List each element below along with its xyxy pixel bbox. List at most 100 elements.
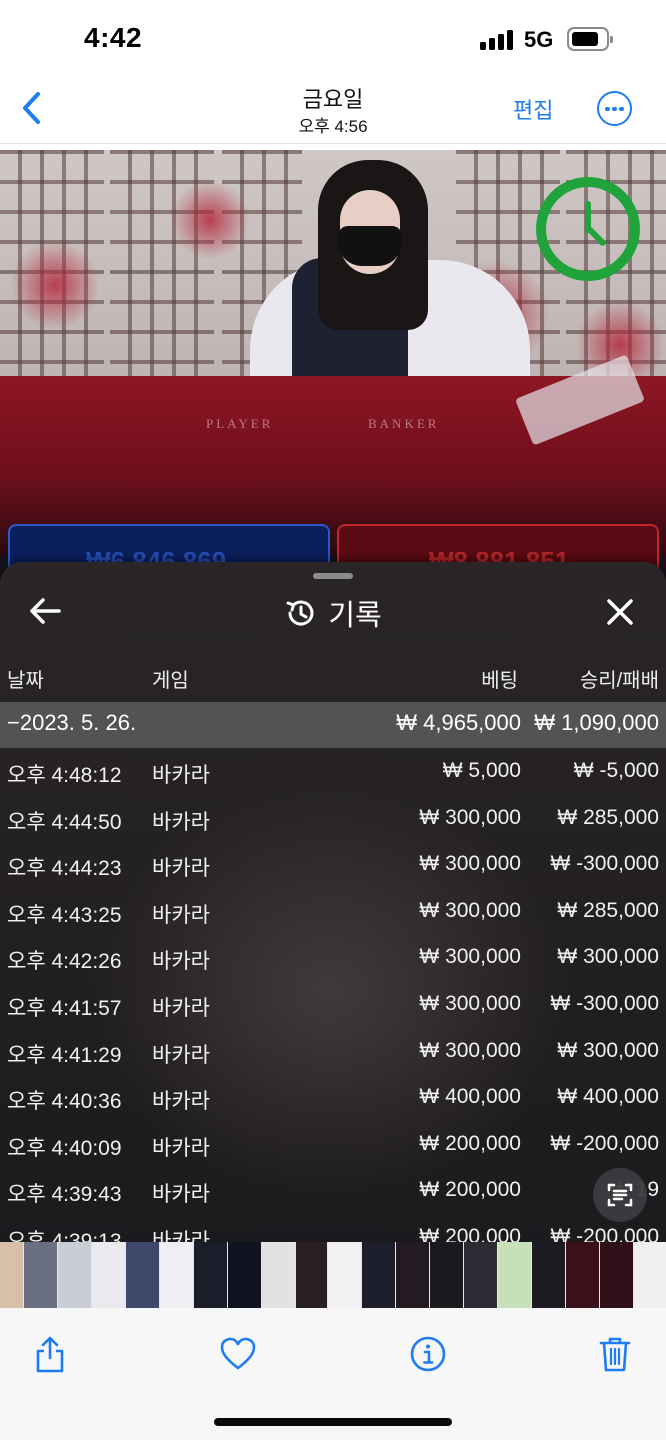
edit-button[interactable]: 편집 [513, 93, 553, 125]
table-row[interactable]: 오후 4:48:12 바카라 ₩ 5,000 ₩ -5,000 [0, 748, 666, 795]
group-total-win-loss: ₩ 1,090,000 [534, 710, 659, 735]
row-time: 오후 4:42:26 [7, 950, 122, 974]
row-win-loss: ₩ 400,000 [557, 1085, 659, 1109]
row-game: 바카라 [152, 997, 210, 1020]
photo-day-title: 금요일 [302, 87, 364, 112]
trash-icon [599, 1337, 631, 1372]
photo-thumbnail[interactable] [498, 1242, 531, 1308]
panel-header: 기록 [0, 592, 666, 634]
table-row[interactable]: 오후 4:42:26 바카라 ₩ 300,000 ₩ 300,000 [0, 934, 666, 981]
photo-time-subtitle: 오후 4:56 [298, 117, 368, 136]
panel-grabber[interactable] [313, 573, 353, 579]
row-bet: ₩ 200,000 [419, 1225, 521, 1242]
row-game: 바카라 [152, 903, 210, 927]
table-row[interactable]: 오후 4:39:43바카라₩ 200,000₩ 19 [0, 1167, 666, 1214]
table-label-player: PLAYER [206, 416, 274, 431]
row-game: 바카라 [152, 950, 210, 974]
column-header-game: 게임 [152, 670, 189, 692]
group-date: −2023. 5. 26. [7, 710, 137, 735]
table-row[interactable]: 오후 4:41:57 바카라 ₩ 300,000 ₩ -300,000 [0, 981, 666, 1028]
history-icon [286, 600, 314, 626]
history-list[interactable]: 오후 4:48:12 바카라 ₩ 5,000 ₩ -5,000 오후 4:44:50 바카… [0, 748, 666, 1242]
photo-thumbnail[interactable] [532, 1242, 565, 1308]
photo-thumbnail[interactable] [362, 1242, 395, 1308]
info-button[interactable] [408, 1334, 448, 1374]
status-bar: 4:42 5G [0, 0, 666, 80]
status-time: 4:42 [84, 22, 143, 53]
close-icon [607, 599, 633, 625]
photo-viewer[interactable]: PLAYER BANKER ₩6,846,869 ₩8,881,851 기록 날… [0, 150, 666, 1242]
network-type: 5G [524, 27, 554, 52]
photo-thumbnail[interactable] [160, 1242, 193, 1308]
live-text-button[interactable] [593, 1168, 647, 1222]
row-win-loss: ₩ -200,000 [550, 1225, 659, 1242]
table-row[interactable]: 오후 4:41:29 바카라 ₩ 300,000 ₩ 300,000 [0, 1028, 666, 1075]
table-row[interactable]: 오후 4:40:36 바카라 ₩ 400,000 ₩ 400,000 [0, 1074, 666, 1121]
column-header-bet: 베팅 [481, 670, 518, 692]
row-win-loss: ₩ 285,000 [557, 898, 659, 922]
row-game: 바카라 [152, 1043, 210, 1067]
table-row[interactable]: 오후 4:44:50 바카라 ₩ 300,000 ₩ 285,000 [0, 795, 666, 842]
row-bet: ₩ 300,000 [419, 898, 521, 922]
panel-close-button[interactable] [604, 596, 636, 628]
more-button[interactable] [597, 91, 632, 126]
cellular-signal-icon [480, 30, 516, 50]
photo-thumbnail[interactable] [24, 1242, 57, 1308]
row-game: 바카라 [152, 1230, 210, 1242]
date-group-row[interactable]: −2023. 5. 26. ₩ 4,965,000 ₩ 1,090,000 [0, 702, 666, 748]
row-game: 바카라 [152, 1090, 210, 1114]
share-icon [36, 1336, 64, 1373]
table-row[interactable]: 오후 4:44:23 바카라 ₩ 300,000 ₩ -300,000 [0, 841, 666, 888]
photo-thumbnail[interactable] [328, 1242, 361, 1308]
photo-thumbnail[interactable] [228, 1242, 261, 1308]
thumbnail-strip[interactable] [0, 1242, 666, 1308]
delete-button[interactable] [595, 1334, 635, 1374]
photo-toolbar [0, 1308, 666, 1440]
table-label-banker: BANKER [368, 416, 440, 431]
home-indicator [214, 1418, 452, 1426]
row-game: 바카라 [152, 857, 210, 881]
row-bet: ₩ 300,000 [419, 945, 521, 969]
favorite-button[interactable] [218, 1334, 258, 1374]
photo-thumbnail[interactable] [430, 1242, 463, 1308]
panel-title: 기록 [328, 600, 382, 632]
photo-thumbnail[interactable] [566, 1242, 599, 1308]
photo-thumbnail[interactable] [600, 1242, 633, 1308]
row-win-loss: ₩ -300,000 [550, 992, 659, 1015]
row-game: 바카라 [152, 1183, 210, 1207]
row-game: 바카라 [152, 764, 210, 787]
row-bet: ₩ 5,000 [442, 759, 521, 782]
clock-timer-icon [536, 177, 640, 281]
photo-thumbnail[interactable] [396, 1242, 429, 1308]
row-bet: ₩ 300,000 [419, 852, 521, 876]
row-game: 바카라 [152, 810, 210, 834]
row-time: 오후 4:39:13 [7, 1230, 122, 1242]
row-bet: ₩ 400,000 [419, 1085, 521, 1109]
row-win-loss: ₩ -300,000 [550, 852, 659, 876]
row-time: 오후 4:41:29 [7, 1043, 122, 1067]
photo-nav-bar: 금요일 오후 4:56 편집 [0, 80, 666, 144]
photo-thumbnail[interactable] [194, 1242, 227, 1308]
photo-thumbnail[interactable] [0, 1242, 23, 1308]
row-time: 오후 4:39:43 [7, 1183, 122, 1207]
blossom-decoration [170, 180, 250, 260]
row-bet: ₩ 300,000 [419, 1038, 521, 1062]
row-bet: ₩ 300,000 [419, 992, 521, 1015]
blossom-decoration [10, 240, 100, 330]
table-row[interactable]: 오후 4:39:13 바카라 ₩ 200,000 ₩ -200,000 [0, 1214, 666, 1242]
photo-thumbnail[interactable] [92, 1242, 125, 1308]
photo-thumbnail[interactable] [296, 1242, 327, 1308]
photo-thumbnail[interactable] [58, 1242, 91, 1308]
row-win-loss: ₩ -5,000 [573, 759, 659, 782]
photo-thumbnail[interactable] [634, 1242, 666, 1308]
photo-thumbnail[interactable] [126, 1242, 159, 1308]
text-scan-icon [607, 1183, 633, 1207]
dealer-mask [338, 226, 402, 266]
table-row[interactable]: 오후 4:40:09 바카라 ₩ 200,000 ₩ -200,000 [0, 1121, 666, 1168]
photo-thumbnail[interactable] [464, 1242, 497, 1308]
share-button[interactable] [30, 1334, 70, 1374]
table-row[interactable]: 오후 4:43:25 바카라 ₩ 300,000 ₩ 285,000 [0, 888, 666, 935]
heart-icon [220, 1337, 256, 1370]
photo-thumbnail[interactable] [262, 1242, 295, 1308]
column-header-win-loss: 승리/패배 [579, 670, 659, 692]
